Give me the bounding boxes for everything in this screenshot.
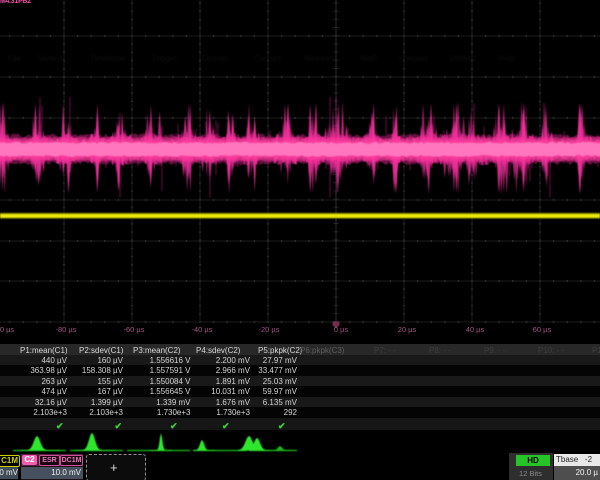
svg-text:0 µs: 0 µs [334,325,349,334]
svg-text:-20 µs: -20 µs [259,325,280,334]
svg-text:40 µs: 40 µs [466,325,485,334]
svg-text:-60 µs: -60 µs [124,325,145,334]
svg-text:-100 µs: -100 µs [0,325,14,334]
svg-text:-40 µs: -40 µs [192,325,213,334]
svg-text:-80 µs: -80 µs [56,325,77,334]
svg-text:20 µs: 20 µs [398,325,417,334]
svg-text:60 µs: 60 µs [533,325,552,334]
